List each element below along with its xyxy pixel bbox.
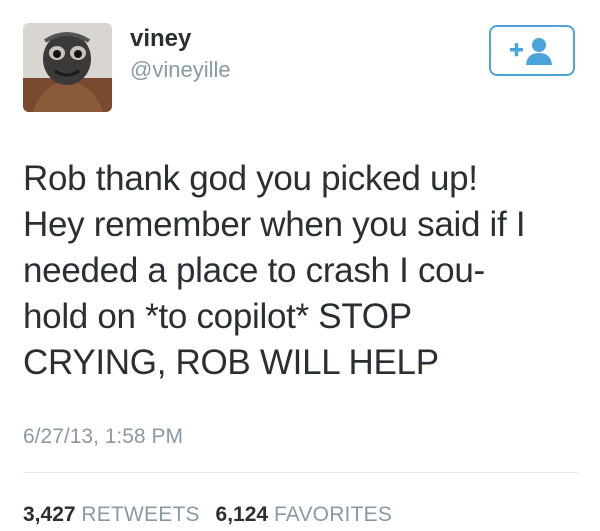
- avatar[interactable]: [23, 23, 112, 112]
- tweet-card: viney @vineyille Rob thank god you picke…: [0, 0, 600, 531]
- tweet-stats: 3,427 RETWEETS 6,124 FAVORITES: [23, 502, 402, 528]
- retweets-count: 3,427: [23, 503, 76, 526]
- add-user-icon: [510, 37, 552, 65]
- follow-button[interactable]: [489, 25, 575, 76]
- favorites-stat[interactable]: 6,124 FAVORITES: [216, 503, 393, 526]
- retweets-stat[interactable]: 3,427 RETWEETS: [23, 503, 200, 526]
- user-handle[interactable]: @vineyille: [130, 57, 231, 83]
- favorites-count: 6,124: [215, 503, 269, 526]
- avatar-image: [23, 23, 112, 112]
- divider: [23, 472, 578, 473]
- tweet-text: Rob thank god you picked up! Hey remembe…: [23, 159, 526, 382]
- retweets-label: RETWEETS: [81, 503, 200, 526]
- user-name[interactable]: viney: [130, 24, 191, 54]
- favorites-label: FAVORITES: [273, 503, 393, 526]
- tweet-timestamp[interactable]: 6/27/13, 1:58 PM: [23, 424, 183, 450]
